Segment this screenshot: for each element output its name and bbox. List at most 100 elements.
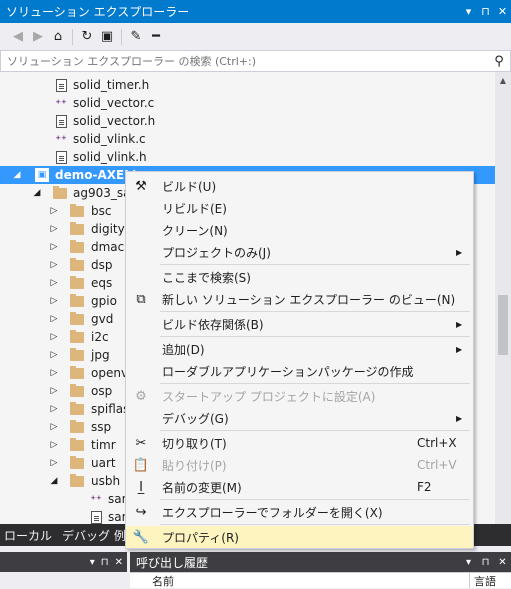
menu-separator xyxy=(160,499,470,500)
menu-item-create-loadable-package[interactable]: ローダブルアプリケーションパッケージの作成 xyxy=(126,360,473,382)
cut-icon: ✂ xyxy=(135,435,147,451)
tree-item-label: gpio xyxy=(91,294,117,308)
folder-icon xyxy=(70,347,84,362)
menu-item-new-explorer-view[interactable]: ⧉ 新しい ソリューション エクスプローラー のビュー(N) xyxy=(126,288,473,310)
tree-item-label: solid_vector.h xyxy=(73,114,156,128)
menu-item-cut[interactable]: ✂ 切り取り(T) Ctrl+X xyxy=(126,432,473,454)
pin-button[interactable]: ⊓ xyxy=(477,5,494,18)
close-button[interactable]: ✕ xyxy=(494,5,511,18)
menu-item-properties[interactable]: 🔧 プロパティ(R) xyxy=(126,526,473,548)
tree-item[interactable]: solid_timer.h xyxy=(0,76,495,94)
tree-item-label: ssp xyxy=(91,420,112,434)
expand-arrow-icon[interactable]: ▷ xyxy=(49,278,59,288)
back-icon[interactable]: ◀ xyxy=(8,27,28,47)
menu-separator xyxy=(160,311,470,312)
scroll-up-icon[interactable]: ▲ xyxy=(498,76,508,85)
tree-item-label: timr xyxy=(91,438,116,452)
call-stack-close-button[interactable]: ✕ xyxy=(494,557,511,568)
expand-arrow-icon[interactable]: ▷ xyxy=(49,458,59,468)
folder-icon xyxy=(70,365,84,380)
expand-arrow-icon[interactable]: ▷ xyxy=(49,440,59,450)
folder-icon xyxy=(70,401,84,416)
collapse-arrow-icon[interactable]: ◢ xyxy=(12,170,22,180)
header-file-icon xyxy=(54,78,68,92)
tree-item-label: eqs xyxy=(91,276,113,290)
expand-arrow-icon[interactable]: ▷ xyxy=(49,350,59,360)
gear-icon: ⚙ xyxy=(135,388,147,404)
tree-item-label: osp xyxy=(91,384,113,398)
header-file-icon xyxy=(89,510,103,524)
expand-arrow-icon[interactable]: ▷ xyxy=(49,368,59,378)
menu-item-build-dependencies[interactable]: ビルド依存関係(B) ▶ xyxy=(126,313,473,335)
cpp-file-icon: ⁺⁺ xyxy=(55,132,67,146)
collapse-all-icon[interactable]: ▣ xyxy=(97,27,117,47)
call-stack-pin-button[interactable]: ⊓ xyxy=(477,557,494,568)
call-stack-menu-button[interactable]: ▾ xyxy=(460,557,477,568)
column-header-name[interactable]: 名前 xyxy=(130,573,469,588)
tree-item[interactable]: ⁺⁺ solid_vlink.c xyxy=(0,130,495,148)
menu-separator xyxy=(160,264,470,265)
home-icon[interactable]: ⌂ xyxy=(48,27,68,47)
expand-arrow-icon[interactable]: ▷ xyxy=(49,422,59,432)
context-menu: ⚒ ビルド(U) リビルド(E) クリーン(N) プロジェクトのみ(J) ▶ こ… xyxy=(125,171,474,549)
folder-icon xyxy=(70,437,84,452)
call-stack-columns: 名前 言語 xyxy=(130,572,511,588)
expand-arrow-icon[interactable]: ▷ xyxy=(49,386,59,396)
left-pane-header: ▾ ⊓ ✕ xyxy=(0,552,127,572)
properties-icon[interactable]: ✎ xyxy=(126,27,146,47)
expand-arrow-icon[interactable]: ▷ xyxy=(49,404,59,414)
tab-locals[interactable]: ローカル xyxy=(4,527,52,544)
expand-arrow-icon[interactable]: ▷ xyxy=(49,296,59,306)
menu-item-rename[interactable]: I̲ 名前の変更(M) F2 xyxy=(126,476,473,498)
menu-item-open-in-explorer[interactable]: ↪ エクスプローラーでフォルダーを開く(X) xyxy=(126,501,473,523)
open-folder-icon: ↪ xyxy=(135,504,147,520)
sync-icon[interactable]: ↻ xyxy=(77,27,97,47)
expand-arrow-icon[interactable]: ▷ xyxy=(49,224,59,234)
folder-icon xyxy=(70,275,84,290)
call-stack-header: 呼び出し履歴 ▾ ⊓ ✕ xyxy=(130,552,511,572)
header-file-icon xyxy=(54,150,68,164)
tree-item-label: solid_vlink.h xyxy=(73,150,147,164)
expand-arrow-icon[interactable]: ▷ xyxy=(49,206,59,216)
tree-item-label: solid_vector.c xyxy=(73,96,155,110)
left-pane-close-button[interactable]: ✕ xyxy=(115,557,123,568)
menu-item-build[interactable]: ⚒ ビルド(U) xyxy=(126,175,473,197)
search-icon[interactable]: ⚲ xyxy=(488,54,510,69)
expand-arrow-icon[interactable]: ▷ xyxy=(49,332,59,342)
left-pane-menu-button[interactable]: ▾ xyxy=(90,557,95,568)
menu-item-debug[interactable]: デバッグ(G) ▶ xyxy=(126,407,473,429)
toolbar-divider xyxy=(121,28,122,45)
menu-separator xyxy=(160,383,470,384)
menu-item-add[interactable]: 追加(D) ▶ xyxy=(126,338,473,360)
collapse-arrow-icon[interactable]: ◢ xyxy=(49,476,59,486)
tree-item[interactable]: ⁺⁺ solid_vector.c xyxy=(0,94,495,112)
pin-icon[interactable]: ━ xyxy=(146,27,166,47)
menu-item-clean[interactable]: クリーン(N) xyxy=(126,219,473,241)
window-menu-button[interactable]: ▾ xyxy=(460,5,477,18)
forward-icon[interactable]: ▶ xyxy=(28,27,48,47)
tree-item[interactable]: solid_vlink.h xyxy=(0,148,495,166)
expand-arrow-icon[interactable]: ▷ xyxy=(49,242,59,252)
column-header-language[interactable]: 言語 xyxy=(469,573,511,588)
tree-item-label: openv xyxy=(91,366,129,380)
tree-item-label: usbh xyxy=(91,474,121,488)
cpp-file-icon: ⁺⁺ xyxy=(55,96,67,110)
tree-item[interactable]: solid_vector.h xyxy=(0,112,495,130)
collapse-arrow-icon[interactable]: ◢ xyxy=(32,188,42,198)
submenu-arrow-icon: ▶ xyxy=(456,413,463,423)
expand-arrow-icon[interactable]: ▷ xyxy=(49,260,59,270)
menu-item-project-only[interactable]: プロジェクトのみ(J) ▶ xyxy=(126,241,473,263)
shortcut-label: F2 xyxy=(417,480,432,494)
scrollbar-thumb[interactable] xyxy=(498,295,508,355)
toolbar-divider xyxy=(72,28,73,45)
menu-item-rebuild[interactable]: リビルド(E) xyxy=(126,197,473,219)
tree-item-label: bsc xyxy=(91,204,112,218)
left-pane-pin-button[interactable]: ⊓ xyxy=(101,557,109,568)
menu-item-scope-to-this[interactable]: ここまで検索(S) xyxy=(126,266,473,288)
search-input[interactable] xyxy=(7,54,488,68)
menu-separator xyxy=(160,430,470,431)
new-view-icon: ⧉ xyxy=(136,291,146,307)
folder-icon xyxy=(70,383,84,398)
submenu-arrow-icon: ▶ xyxy=(456,247,463,257)
expand-arrow-icon[interactable]: ▷ xyxy=(49,314,59,324)
